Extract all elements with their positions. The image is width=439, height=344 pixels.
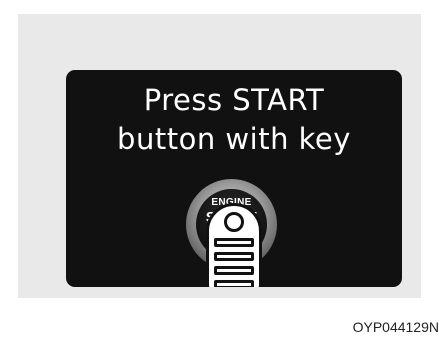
- message-line-2: button with key: [117, 122, 351, 156]
- fob-button-bar: [214, 266, 254, 275]
- message-line-1: Press START: [143, 83, 325, 117]
- cluster-display: Press START button with key ENGINE START: [66, 70, 402, 287]
- fob-button-bar: [214, 252, 254, 261]
- fob-button-bar: [214, 238, 254, 247]
- fob-button-bar: [214, 280, 254, 287]
- smart-key-fob-icon: [206, 203, 262, 287]
- figure-code: OYP044129N: [352, 319, 439, 335]
- fob-round-button: [224, 212, 244, 232]
